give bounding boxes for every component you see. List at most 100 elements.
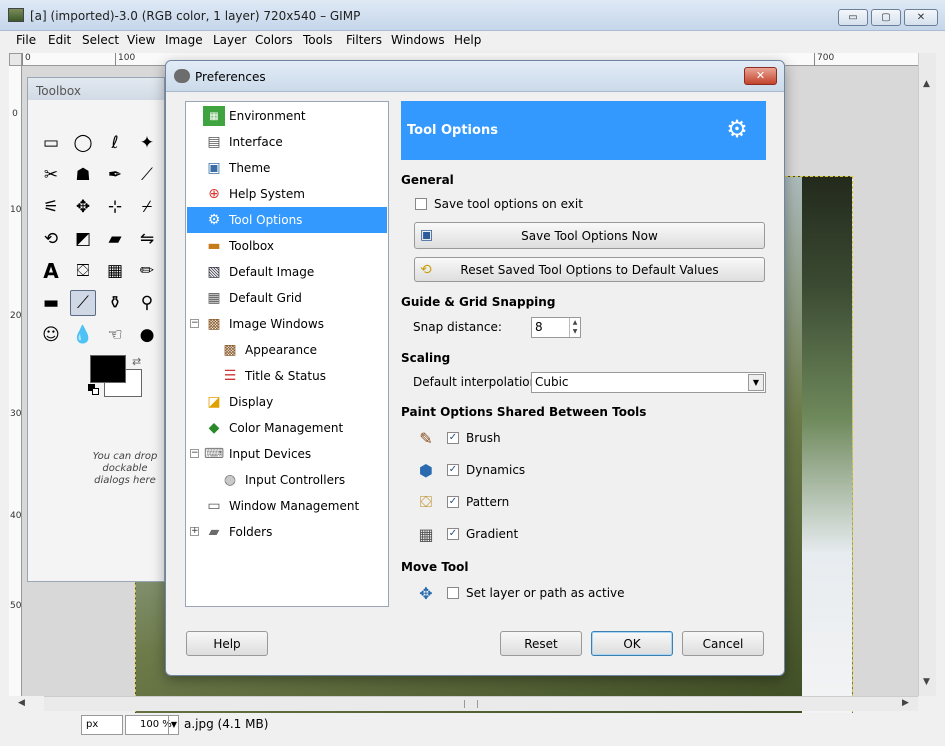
menu-select[interactable]: Select bbox=[82, 33, 119, 47]
text-icon[interactable]: A bbox=[38, 258, 64, 284]
dialog-close-button[interactable]: ✕ bbox=[744, 67, 777, 85]
ruler-corner-button[interactable] bbox=[9, 53, 22, 66]
ok-button[interactable]: OK bbox=[591, 631, 673, 656]
blend-icon[interactable]: ▦ bbox=[102, 258, 128, 284]
vertical-scrollbar[interactable]: ▲ ▼ bbox=[918, 53, 936, 696]
scroll-down-icon[interactable]: ▼ bbox=[923, 677, 930, 687]
align-icon[interactable]: ⊹ bbox=[102, 194, 128, 220]
minimize-button[interactable]: ▭ bbox=[838, 9, 868, 26]
rect-select-icon[interactable]: ▭ bbox=[38, 130, 64, 156]
default-colors-icon[interactable] bbox=[88, 384, 100, 396]
reset-saved-button[interactable]: ⟲ Reset Saved Tool Options to Default Va… bbox=[414, 257, 765, 282]
paths-icon[interactable]: ✒ bbox=[102, 162, 128, 188]
flip-icon[interactable]: ⇋ bbox=[134, 226, 160, 252]
menu-help[interactable]: Help bbox=[454, 33, 481, 47]
cancel-button[interactable]: Cancel bbox=[682, 631, 764, 656]
spinner-arrows-icon[interactable]: ▲ ▼ bbox=[569, 318, 580, 337]
nav-item-display[interactable]: ◪ Display bbox=[187, 389, 387, 415]
menu-windows[interactable]: Windows bbox=[391, 33, 445, 47]
horizontal-scrollbar[interactable]: ◀ ▶ bbox=[18, 696, 918, 711]
nav-item-image-windows[interactable]: ▩ Image Windows bbox=[187, 311, 387, 337]
scroll-left-icon[interactable]: ◀ bbox=[18, 698, 25, 708]
swap-colors-icon[interactable]: ⇄ bbox=[132, 355, 141, 368]
save-on-exit-checkbox[interactable] bbox=[415, 198, 427, 210]
menu-file[interactable]: File bbox=[16, 33, 36, 47]
ellipse-select-icon[interactable]: ◯ bbox=[70, 130, 96, 156]
save-now-button[interactable]: ▣ Save Tool Options Now bbox=[414, 222, 765, 249]
nav-item-theme[interactable]: ▣ Theme bbox=[187, 155, 387, 181]
nav-item-color-management[interactable]: ◆ Color Management bbox=[187, 415, 387, 441]
bucket-fill-icon[interactable]: ⛋ bbox=[70, 258, 96, 284]
heal-icon[interactable]: ☺ bbox=[38, 322, 64, 348]
paint-options-heading: Paint Options Shared Between Tools bbox=[401, 405, 647, 419]
rotate-icon[interactable]: ⟲ bbox=[38, 226, 64, 252]
nav-item-tool-options[interactable]: ⚙ Tool Options bbox=[187, 207, 387, 233]
shear-icon[interactable]: ▰ bbox=[102, 226, 128, 252]
menu-tools[interactable]: Tools bbox=[303, 33, 333, 47]
nav-item-label: Environment bbox=[229, 109, 306, 123]
chevron-down-icon[interactable]: ▼ bbox=[748, 374, 764, 391]
move-icon[interactable]: ✥ bbox=[70, 194, 96, 220]
menu-layer[interactable]: Layer bbox=[213, 33, 246, 47]
maximize-button[interactable]: ▢ bbox=[871, 9, 901, 26]
nav-item-default-grid[interactable]: ▦ Default Grid bbox=[187, 285, 387, 311]
nav-item-default-image[interactable]: ▧ Default Image bbox=[187, 259, 387, 285]
image-windows-icon: ▩ bbox=[207, 316, 221, 332]
eraser-icon[interactable]: ▬ bbox=[38, 290, 64, 316]
pencil-icon[interactable]: ✏ bbox=[134, 258, 160, 284]
menu-view[interactable]: View bbox=[127, 33, 155, 47]
nav-item-label: Title & Status bbox=[245, 369, 326, 383]
nav-item-environment[interactable]: ▦ Environment bbox=[187, 103, 387, 129]
pattern-label: Pattern bbox=[466, 495, 510, 509]
unit-select[interactable]: px bbox=[81, 715, 123, 735]
ink-icon[interactable]: ⚱ bbox=[102, 290, 128, 316]
free-select-icon[interactable]: ℓ bbox=[102, 130, 128, 156]
status-file-info: a.jpg (4.1 MB) bbox=[184, 717, 269, 731]
measure-icon[interactable]: ⚟ bbox=[38, 194, 64, 220]
scroll-right-icon[interactable]: ▶ bbox=[902, 698, 909, 708]
menu-edit[interactable]: Edit bbox=[48, 33, 71, 47]
nav-item-help-system[interactable]: ⊕ Help System bbox=[187, 181, 387, 207]
nav-item-title-status[interactable]: ☰ Title & Status bbox=[187, 363, 387, 389]
foreground-select-icon[interactable]: ☗ bbox=[70, 162, 96, 188]
dodge-burn-icon[interactable]: ● bbox=[134, 322, 160, 348]
menu-image[interactable]: Image bbox=[165, 33, 203, 47]
nav-item-input-controllers[interactable]: ◍ Input Controllers bbox=[187, 467, 387, 493]
foreground-color-swatch[interactable] bbox=[90, 355, 126, 383]
help-button[interactable]: Help bbox=[186, 631, 268, 656]
scrollbar-grip[interactable] bbox=[464, 700, 478, 708]
menu-filters[interactable]: Filters bbox=[346, 33, 382, 47]
pattern-checkbox[interactable]: ✓ bbox=[447, 496, 459, 508]
zoom-dropdown-icon[interactable]: ▼ bbox=[168, 715, 179, 735]
section-title: Tool Options bbox=[407, 123, 498, 138]
nav-item-folders[interactable]: ▰ Folders bbox=[187, 519, 387, 545]
dynamics-checkbox[interactable]: ✓ bbox=[447, 464, 459, 476]
brush-checkbox[interactable]: ✓ bbox=[447, 432, 459, 444]
crop-icon[interactable]: ⌿ bbox=[134, 194, 160, 220]
nav-item-appearance[interactable]: ▩ Appearance bbox=[187, 337, 387, 363]
close-button[interactable]: ✕ bbox=[904, 9, 938, 26]
scale-icon[interactable]: ◩ bbox=[70, 226, 96, 252]
menu-colors[interactable]: Colors bbox=[255, 33, 293, 47]
airbrush-icon[interactable]: ⟋ bbox=[70, 290, 96, 316]
interpolation-select[interactable]: Cubic ▼ bbox=[531, 372, 766, 393]
nav-item-input-devices[interactable]: ⌨ Input Devices bbox=[187, 441, 387, 467]
reset-button[interactable]: Reset bbox=[500, 631, 582, 656]
save-on-exit-label: Save tool options on exit bbox=[434, 197, 583, 211]
set-active-checkbox[interactable] bbox=[447, 587, 459, 599]
smudge-icon[interactable]: ☜ bbox=[102, 322, 128, 348]
scroll-up-icon[interactable]: ▲ bbox=[923, 79, 930, 89]
nav-item-toolbox[interactable]: ▬ Toolbox bbox=[187, 233, 387, 259]
snap-distance-spinner[interactable]: 8 ▲ ▼ bbox=[531, 317, 581, 338]
gradient-checkbox[interactable]: ✓ bbox=[447, 528, 459, 540]
toolbox-icon: ▬ bbox=[207, 238, 221, 254]
clone-icon[interactable]: ⚲ bbox=[134, 290, 160, 316]
color-picker-icon[interactable]: ⟋ bbox=[134, 162, 160, 188]
nav-item-window-management[interactable]: ▭ Window Management bbox=[187, 493, 387, 519]
nav-item-label: Input Devices bbox=[229, 447, 312, 461]
fuzzy-select-icon[interactable]: ✦ bbox=[134, 130, 160, 156]
brush-label: Brush bbox=[466, 431, 501, 445]
blur-icon[interactable]: 💧 bbox=[70, 322, 96, 348]
scissors-icon[interactable]: ✂ bbox=[38, 162, 64, 188]
nav-item-interface[interactable]: ▤ Interface bbox=[187, 129, 387, 155]
